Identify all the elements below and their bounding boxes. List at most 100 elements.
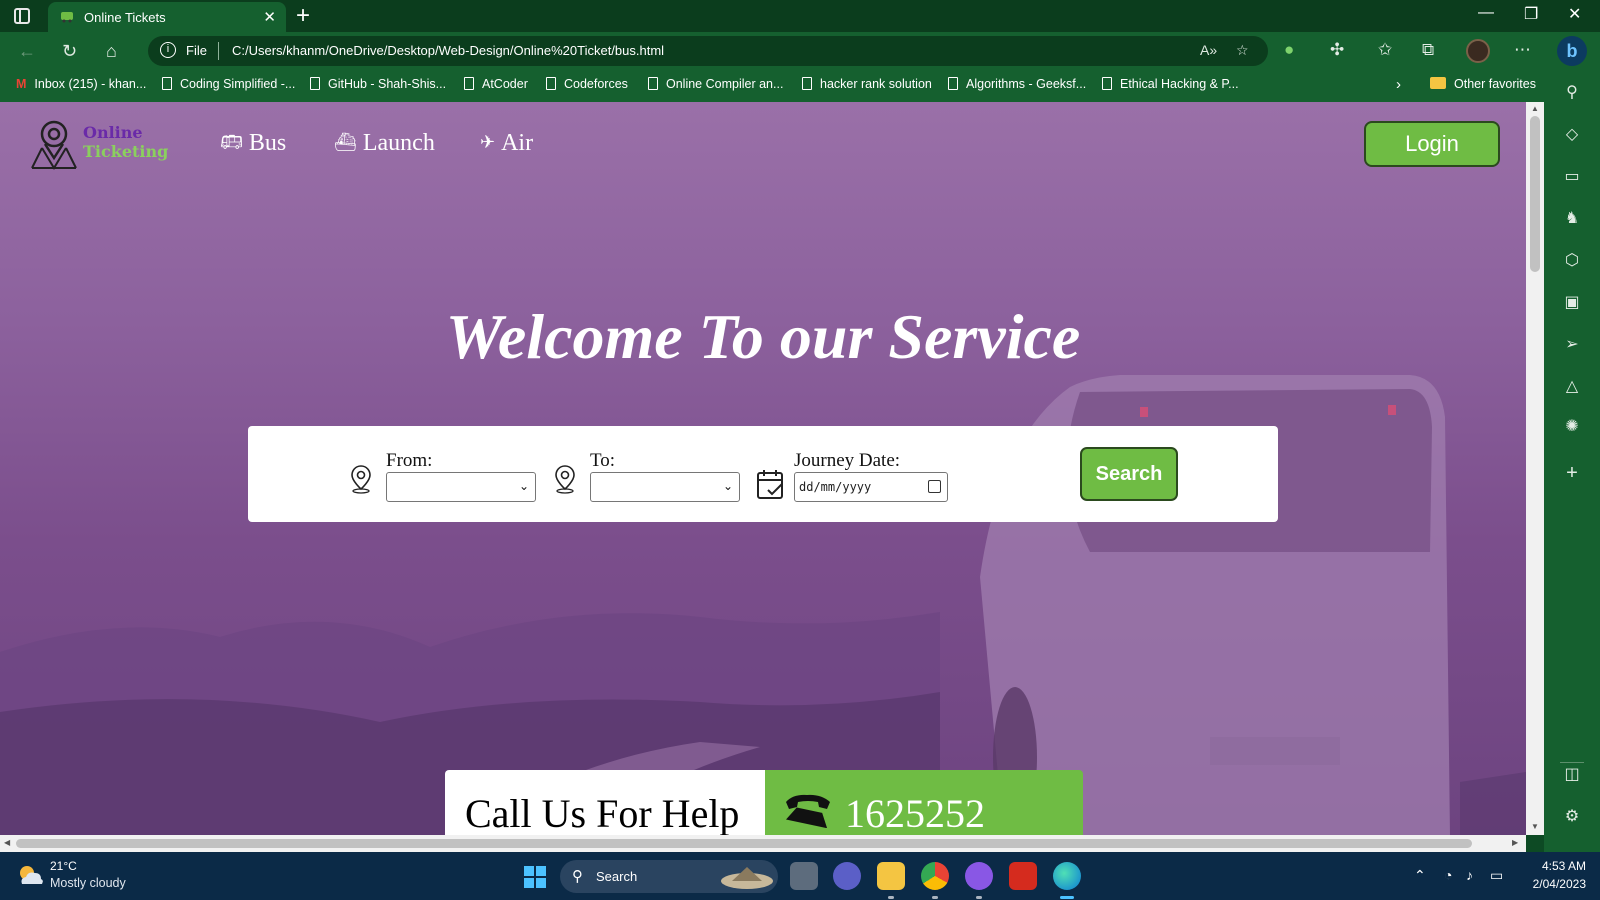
search-icon[interactable]: ⚲ xyxy=(1544,82,1600,102)
journey-date-label: Journey Date: xyxy=(794,450,901,471)
task-view-icon[interactable] xyxy=(790,862,818,890)
add-favorite-icon[interactable]: ☆ xyxy=(1236,42,1249,59)
home-icon[interactable]: ⌂ xyxy=(106,41,117,62)
favorites-bar: M Inbox (215) - khan... Coding Simplified… xyxy=(0,70,1600,102)
favorite-item[interactable]: M Inbox (215) - khan... xyxy=(16,77,146,91)
bing-chat-icon[interactable]: b xyxy=(1557,36,1587,66)
help-phone-number: 1625252 xyxy=(845,791,985,835)
favorite-item[interactable]: hacker rank solution xyxy=(802,77,932,91)
favorite-item[interactable]: Coding Simplified -... xyxy=(162,77,295,91)
refresh-icon[interactable]: ↻ xyxy=(62,41,77,62)
vertical-scrollbar[interactable]: ▲ ▼ xyxy=(1526,102,1544,835)
openai-icon[interactable]: ✺ xyxy=(1544,416,1600,436)
search-icon: ⚲ xyxy=(572,868,583,885)
app-running-indicator xyxy=(888,896,894,899)
nav-launch[interactable]: ⛴︎ Launch xyxy=(334,130,435,157)
back-arrow-icon[interactable]: ← xyxy=(18,41,36,62)
horizontal-scrollbar[interactable]: ◀ ▶ xyxy=(0,835,1526,852)
search-button[interactable]: Search xyxy=(1080,447,1178,501)
weather-temperature[interactable]: 21°C xyxy=(50,859,77,873)
teams-chat-icon[interactable] xyxy=(833,862,861,890)
date-placeholder: dd/mm/yyyy xyxy=(799,480,872,494)
weather-cloud-icon[interactable] xyxy=(16,862,44,888)
date-picker-icon[interactable] xyxy=(928,480,941,493)
profile-avatar[interactable] xyxy=(1466,39,1490,63)
from-select[interactable]: ⌄ xyxy=(386,472,536,502)
extension-colorful-icon[interactable]: ● xyxy=(1284,40,1294,60)
read-aloud-icon[interactable]: A» xyxy=(1200,42,1217,58)
taskbar-date[interactable]: 2/04/2023 xyxy=(1524,877,1586,891)
help-phone-box[interactable]: 1625252 xyxy=(765,770,1083,835)
add-icon[interactable]: + xyxy=(1544,462,1600,485)
search-form: From: ⌄ To: ⌄ Journey Date: dd/mm/yyyy S xyxy=(248,426,1278,522)
settings-gear-icon[interactable]: ⚙ xyxy=(1544,806,1600,826)
nav-air[interactable]: ✈︎ Air xyxy=(480,130,533,157)
weather-condition[interactable]: Mostly cloudy xyxy=(50,876,126,890)
page-icon xyxy=(1102,77,1112,90)
to-select[interactable]: ⌄ xyxy=(590,472,740,502)
login-button[interactable]: Login xyxy=(1364,121,1500,167)
favorite-item[interactable]: Ethical Hacking & P... xyxy=(1102,77,1239,91)
url-text[interactable]: C:/Users/khanm/OneDrive/Desktop/Web-Desi… xyxy=(232,43,664,58)
tools-briefcase-icon[interactable]: ▭ xyxy=(1544,166,1600,186)
page-icon xyxy=(310,77,320,90)
horizontal-scroll-thumb[interactable] xyxy=(16,839,1472,848)
file-explorer-icon[interactable] xyxy=(877,862,905,890)
favorite-item[interactable]: GitHub - Shah-Shis... xyxy=(310,77,446,91)
taskbar-time[interactable]: 4:53 AM xyxy=(1524,859,1586,873)
nav-bus[interactable]: 🚌︎ Bus xyxy=(220,130,286,157)
calendar-check-icon xyxy=(757,470,783,499)
chrome-icon[interactable] xyxy=(921,862,949,890)
outlook-icon[interactable]: ▣ xyxy=(1544,292,1600,312)
new-tab-button[interactable]: + xyxy=(296,2,310,30)
minimize-button[interactable]: — xyxy=(1478,4,1494,22)
favorite-item[interactable]: Online Compiler an... xyxy=(648,77,783,91)
favorites-icon[interactable]: ✩ xyxy=(1378,40,1392,60)
split-screen-icon[interactable]: ◫ xyxy=(1544,764,1600,784)
favorite-item[interactable]: Codeforces xyxy=(546,77,628,91)
scroll-left-icon[interactable]: ◀ xyxy=(4,838,10,847)
shopping-tag-icon[interactable]: ◇ xyxy=(1544,124,1600,144)
site-logo[interactable]: Online Ticketing xyxy=(28,118,188,174)
other-favorites[interactable]: Other favorites xyxy=(1430,77,1536,91)
wifi-icon[interactable]: ◔ xyxy=(1444,867,1452,883)
send-icon[interactable]: ➢ xyxy=(1544,334,1600,354)
vertical-scroll-thumb[interactable] xyxy=(1530,116,1540,272)
tab-close-button[interactable]: ✕ xyxy=(263,8,276,26)
more-menu-icon[interactable]: ⋯ xyxy=(1514,40,1531,60)
page-icon xyxy=(162,77,172,90)
taskbar-search[interactable]: ⚲ Search xyxy=(560,860,778,893)
scroll-down-icon[interactable]: ▼ xyxy=(1531,822,1539,831)
copilot-icon[interactable]: ⬡ xyxy=(1544,250,1600,270)
tab-actions-icon[interactable] xyxy=(14,8,30,24)
close-window-button[interactable]: ✕ xyxy=(1568,4,1581,24)
drop-icon[interactable]: △ xyxy=(1544,376,1600,396)
page-icon xyxy=(464,77,474,90)
edge-browser-icon[interactable] xyxy=(1053,862,1081,890)
games-icon[interactable]: ♞ xyxy=(1544,208,1600,228)
windows-start-icon[interactable] xyxy=(524,866,546,888)
acrobat-icon[interactable] xyxy=(1009,862,1037,890)
volume-icon[interactable]: ♪ xyxy=(1466,867,1473,883)
scroll-up-icon[interactable]: ▲ xyxy=(1531,104,1539,113)
info-icon[interactable]: i xyxy=(160,42,176,58)
phone-icon xyxy=(786,794,830,828)
sidebar-divider xyxy=(1560,762,1584,763)
extensions-icon[interactable]: ✣ xyxy=(1330,40,1344,60)
help-text: Call Us For Help xyxy=(465,791,740,835)
github-desktop-icon[interactable] xyxy=(965,862,993,890)
battery-icon[interactable]: ▭ xyxy=(1490,867,1503,884)
browser-tab[interactable]: Online Tickets ✕ xyxy=(48,2,286,32)
folder-icon xyxy=(1430,77,1446,89)
favorite-item[interactable]: AtCoder xyxy=(464,77,528,91)
address-bar[interactable]: i File C:/Users/khanm/OneDrive/Desktop/W… xyxy=(148,36,1268,66)
chevron-right-icon[interactable]: › xyxy=(1396,76,1401,93)
tray-chevron-up-icon[interactable]: ⌃ xyxy=(1414,867,1426,884)
maximize-button[interactable]: ❐ xyxy=(1524,4,1538,24)
journey-date-input[interactable]: dd/mm/yyyy xyxy=(794,472,948,502)
collections-icon[interactable]: ⧉ xyxy=(1422,40,1434,60)
scroll-right-icon[interactable]: ▶ xyxy=(1512,838,1518,847)
favorite-item[interactable]: Algorithms - Geeksf... xyxy=(948,77,1086,91)
ship-icon: ⛴︎ xyxy=(334,132,357,152)
welcome-heading: Welcome To our Service xyxy=(445,301,1081,372)
